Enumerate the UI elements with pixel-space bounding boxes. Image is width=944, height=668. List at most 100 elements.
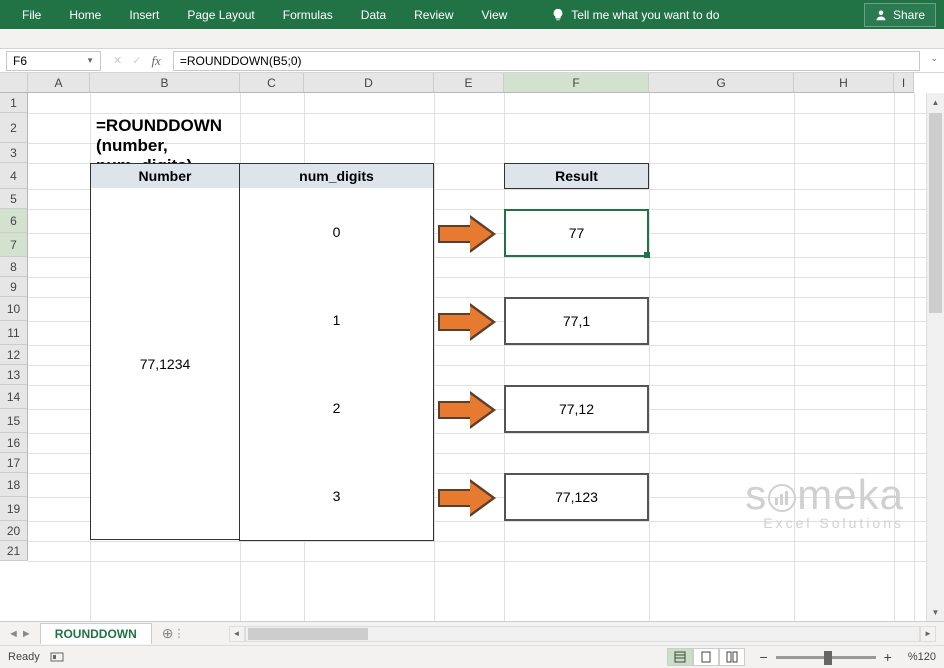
tab-formulas[interactable]: Formulas bbox=[269, 0, 347, 29]
share-label: Share bbox=[893, 8, 925, 22]
tell-me-label: Tell me what you want to do bbox=[571, 8, 719, 22]
column-header[interactable]: C bbox=[240, 73, 304, 93]
sheet-nav-prev-icon[interactable]: ◄ bbox=[8, 628, 19, 640]
row-header[interactable]: 5 bbox=[0, 189, 28, 209]
row-header[interactable]: 13 bbox=[0, 365, 28, 385]
row-header[interactable]: 8 bbox=[0, 257, 28, 277]
number-value-cell[interactable]: 77,1234 bbox=[90, 188, 240, 540]
sheet-nav-next-icon[interactable]: ► bbox=[21, 628, 32, 640]
cancel-icon[interactable]: ✕ bbox=[113, 54, 122, 67]
row-header[interactable]: 2 bbox=[0, 113, 28, 143]
column-header[interactable]: B bbox=[90, 73, 240, 93]
ribbon-tabs: File Home Insert Page Layout Formulas Da… bbox=[8, 0, 521, 29]
scroll-up-icon[interactable]: ▲ bbox=[927, 93, 944, 111]
column-header[interactable]: D bbox=[304, 73, 434, 93]
formula-input[interactable]: =ROUNDDOWN(B5;0) bbox=[173, 51, 920, 71]
tab-view[interactable]: View bbox=[468, 0, 522, 29]
scroll-right-icon[interactable]: ► bbox=[920, 626, 936, 642]
row-header[interactable]: 14 bbox=[0, 385, 28, 409]
select-all-corner[interactable] bbox=[0, 73, 28, 93]
vertical-scrollbar[interactable]: ▲ ▼ bbox=[926, 93, 944, 621]
name-box-value: F6 bbox=[13, 54, 27, 68]
vscroll-thumb[interactable] bbox=[929, 113, 942, 313]
sheet-tab-active[interactable]: ROUNDDOWN bbox=[40, 623, 152, 644]
row-header[interactable]: 19 bbox=[0, 497, 28, 521]
tab-page-layout[interactable]: Page Layout bbox=[173, 0, 268, 29]
row-header[interactable]: 12 bbox=[0, 345, 28, 365]
hscroll-thumb[interactable] bbox=[248, 628, 368, 640]
column-header[interactable]: H bbox=[794, 73, 894, 93]
name-box[interactable]: F6 ▼ bbox=[6, 51, 101, 71]
sheet-nav: ◄ ► bbox=[0, 628, 40, 640]
result-value-0: 77 bbox=[569, 225, 585, 241]
person-icon bbox=[875, 9, 887, 21]
row-header[interactable]: 9 bbox=[0, 277, 28, 297]
column-header[interactable]: E bbox=[434, 73, 504, 93]
row-header[interactable]: 17 bbox=[0, 453, 28, 473]
row-header[interactable]: 11 bbox=[0, 321, 28, 345]
hscroll-track[interactable] bbox=[245, 626, 920, 642]
header-digits: num_digits bbox=[239, 163, 434, 189]
tab-insert[interactable]: Insert bbox=[115, 0, 173, 29]
row-header[interactable]: 4 bbox=[0, 163, 28, 189]
scroll-down-icon[interactable]: ▼ bbox=[927, 603, 944, 621]
result-cell-1[interactable]: 77,1 bbox=[504, 297, 649, 345]
row-header[interactable]: 10 bbox=[0, 297, 28, 321]
row-header[interactable]: 3 bbox=[0, 143, 28, 163]
spreadsheet-grid: ABCDEFGHI 123456789101112131415161718192… bbox=[0, 73, 944, 621]
horizontal-scrollbar[interactable]: ◄ ► bbox=[229, 626, 936, 642]
enter-icon[interactable]: ✓ bbox=[132, 54, 141, 67]
row-header[interactable]: 21 bbox=[0, 541, 28, 561]
column-header[interactable]: G bbox=[649, 73, 794, 93]
formula-bar-icons: ✕ ✓ fx bbox=[101, 53, 173, 69]
zoom-in-button[interactable]: + bbox=[884, 649, 892, 665]
status-bar: Ready − + %120 bbox=[0, 645, 944, 668]
digits-cell-2[interactable]: 2 bbox=[239, 364, 434, 453]
zoom-out-button[interactable]: − bbox=[759, 649, 767, 665]
scroll-left-icon[interactable]: ◄ bbox=[229, 626, 245, 642]
result-cell-2[interactable]: 77,12 bbox=[504, 385, 649, 433]
status-ready: Ready bbox=[8, 651, 40, 663]
row-header[interactable]: 15 bbox=[0, 409, 28, 433]
ribbon-divider bbox=[0, 29, 944, 49]
share-button[interactable]: Share bbox=[864, 3, 936, 27]
row-header[interactable]: 16 bbox=[0, 433, 28, 453]
view-page-break-button[interactable] bbox=[719, 648, 745, 666]
macro-recorder-icon[interactable] bbox=[50, 650, 64, 664]
header-result: Result bbox=[504, 163, 649, 189]
column-header[interactable]: F bbox=[504, 73, 649, 93]
row-header[interactable]: 1 bbox=[0, 93, 28, 113]
formula-text: =ROUNDDOWN(B5;0) bbox=[180, 54, 302, 68]
column-header[interactable]: I bbox=[894, 73, 914, 93]
result-cell-3[interactable]: 77,123 bbox=[504, 473, 649, 521]
fill-handle[interactable] bbox=[644, 252, 650, 258]
tab-split-icon[interactable]: ⋮ bbox=[174, 627, 189, 640]
digits-cell-3[interactable]: 3 bbox=[239, 452, 434, 541]
row-header[interactable]: 6 bbox=[0, 209, 28, 233]
tell-me-search[interactable]: Tell me what you want to do bbox=[541, 8, 729, 22]
tab-data[interactable]: Data bbox=[347, 0, 400, 29]
view-buttons bbox=[667, 648, 745, 666]
view-page-layout-button[interactable] bbox=[693, 648, 719, 666]
zoom-level[interactable]: %120 bbox=[908, 651, 936, 663]
column-header[interactable]: A bbox=[28, 73, 90, 93]
header-number: Number bbox=[90, 163, 240, 189]
tab-file[interactable]: File bbox=[8, 0, 55, 29]
formula-expand-icon[interactable]: ⌄ bbox=[930, 53, 938, 64]
view-normal-button[interactable] bbox=[667, 648, 693, 666]
fx-icon[interactable]: fx bbox=[151, 53, 160, 69]
result-cell-0[interactable]: 77 bbox=[504, 209, 649, 257]
row-header[interactable]: 20 bbox=[0, 521, 28, 541]
tab-review[interactable]: Review bbox=[400, 0, 467, 29]
zoom-slider-thumb[interactable] bbox=[824, 651, 832, 665]
bulb-icon bbox=[551, 8, 565, 22]
add-sheet-button[interactable]: ⊕ bbox=[162, 625, 174, 642]
tab-home[interactable]: Home bbox=[55, 0, 115, 29]
zoom-slider-track[interactable] bbox=[776, 656, 876, 659]
row-header[interactable]: 7 bbox=[0, 233, 28, 257]
name-box-dropdown-icon[interactable]: ▼ bbox=[86, 56, 94, 65]
formula-bar: F6 ▼ ✕ ✓ fx =ROUNDDOWN(B5;0) ⌄ bbox=[0, 49, 944, 73]
digits-cell-0[interactable]: 0 bbox=[239, 188, 434, 277]
row-header[interactable]: 18 bbox=[0, 473, 28, 497]
digits-cell-1[interactable]: 1 bbox=[239, 276, 434, 365]
